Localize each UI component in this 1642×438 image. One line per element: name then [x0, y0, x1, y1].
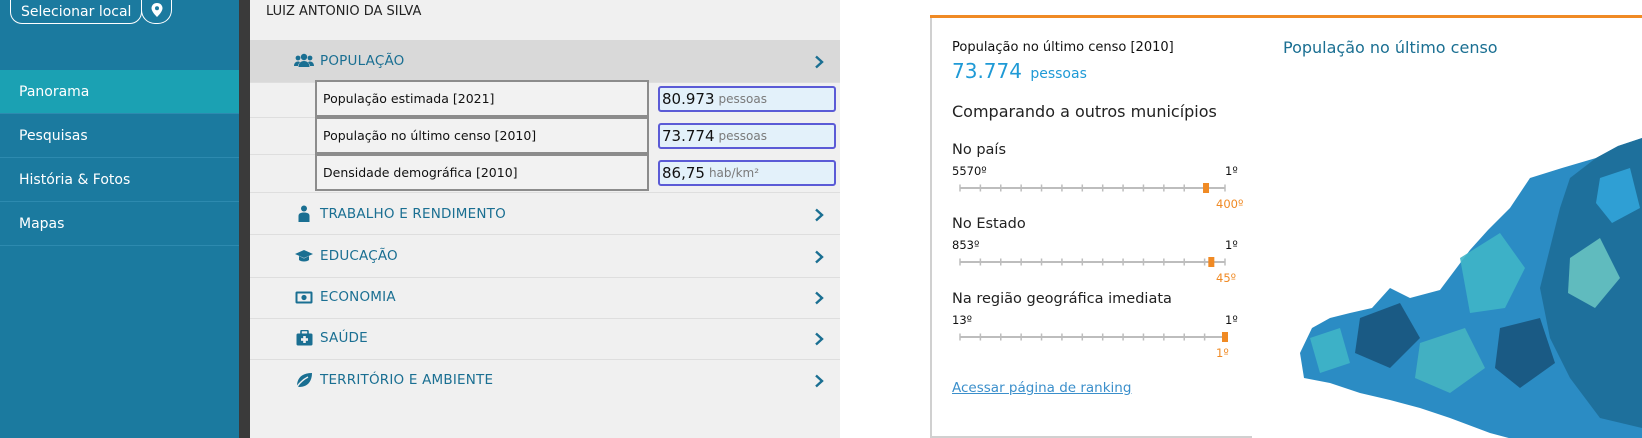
indicator-value-box[interactable]: 80.973 pessoas [658, 86, 836, 112]
person-name: LUIZ ANTONIO DA SILVA [266, 4, 422, 19]
graduation-cap-icon [294, 246, 314, 266]
section-label: EDUCAÇÃO [320, 248, 398, 264]
page: Selecionar local Panorama Pesquisas Hist… [0, 0, 1642, 438]
location-pin-button[interactable] [141, 0, 172, 24]
section-economia[interactable]: ECONOMIA [250, 276, 840, 319]
big-value-unit: pessoas [1030, 66, 1087, 82]
row-divider [250, 154, 315, 155]
sidebar-item-label: Mapas [19, 215, 65, 232]
choropleth-map[interactable] [1300, 138, 1642, 438]
sidebar-item-panorama[interactable]: Panorama [0, 70, 239, 114]
ranking-position: 1º [1216, 346, 1229, 360]
chevron-right-icon [812, 290, 826, 305]
ranking-marker [1208, 257, 1215, 267]
ranking-min: 13º [952, 313, 973, 327]
ranking-country: No país 5570º 1º 400º [952, 142, 1243, 211]
ranking-max: 1º [1225, 238, 1238, 252]
section-territorio-ambiente[interactable]: TERRITÓRIO E AMBIENTE [250, 358, 840, 401]
ranking-track [959, 332, 1228, 342]
leaf-icon [294, 370, 314, 390]
ranking-page-link[interactable]: Acessar página de ranking [952, 380, 1131, 396]
ranking-title: Na região geográfica imediata [952, 291, 1172, 307]
chevron-right-icon [812, 54, 826, 69]
ranking-column: População no último censo [2010] 73.774 … [930, 18, 1252, 438]
section-label: POPULAÇÃO [320, 53, 405, 69]
panel-gap [840, 0, 930, 438]
ranking-track [959, 257, 1226, 267]
select-location-label: Selecionar local [21, 3, 132, 20]
indicators-panel: LUIZ ANTONIO DA SILVA POPULAÇÃO Populaçã… [250, 0, 840, 438]
worker-icon [294, 204, 314, 224]
ranking-max: 1º [1225, 313, 1238, 327]
sidebar-item-label: História & Fotos [19, 171, 131, 188]
indicator-value: 73.774 [662, 127, 715, 145]
indicator-unit: hab/km² [708, 166, 760, 180]
indicator-row: População no último censo [2010] 73.774 … [315, 117, 905, 156]
chevron-right-icon [812, 373, 826, 387]
indicator-unit: pessoas [718, 129, 767, 143]
indicator-label: Densidade demográfica [2010] [315, 154, 649, 191]
indicator-value: 80.973 [662, 90, 715, 108]
ranking-min: 5570º [952, 164, 987, 178]
panel-divider [239, 0, 250, 438]
ranking-state: No Estado 853º 1º 45º [952, 216, 1242, 285]
sidebar-item-mapas[interactable]: Mapas [0, 202, 239, 246]
section-label: TRABALHO E RENDIMENTO [320, 205, 506, 222]
ranking-marker [1222, 332, 1228, 342]
ranking-min: 853º [952, 238, 980, 252]
section-populacao[interactable]: POPULAÇÃO [250, 40, 840, 83]
compare-title: Comparando a outros municípios [952, 102, 1217, 121]
indicator-value-box[interactable]: 73.774 pessoas [658, 123, 836, 149]
ranking-position: 400º [1216, 197, 1244, 211]
ranking-title: No país [952, 142, 1006, 158]
chevron-right-icon [812, 249, 826, 264]
chevron-right-icon [812, 207, 826, 221]
sidebar: Selecionar local Panorama Pesquisas Hist… [0, 0, 239, 438]
sidebar-item-label: Panorama [19, 83, 90, 100]
indicator-label: População no último censo [2010] [315, 117, 649, 154]
section-label: TERRITÓRIO E AMBIENTE [320, 371, 494, 388]
indicator-detail-card: População no último censo [2010] 73.774 … [930, 15, 1642, 438]
chevron-right-icon [812, 331, 826, 346]
people-icon [294, 51, 314, 71]
indicator-unit: pessoas [718, 92, 767, 106]
row-divider [250, 117, 315, 118]
section-educacao[interactable]: EDUCAÇÃO [250, 235, 840, 278]
indicator-row: Densidade demográfica [2010] 86,75 hab/k… [315, 154, 905, 193]
section-label: SAÚDE [320, 330, 368, 346]
ranking-max: 1º [1225, 164, 1238, 178]
indicator-caption: População no último censo [2010] [952, 40, 1174, 55]
ranking-position: 45º [1216, 271, 1237, 285]
sidebar-item-historia-fotos[interactable]: História & Fotos [0, 158, 239, 202]
indicator-value-box[interactable]: 86,75 hab/km² [658, 160, 836, 186]
ranking-marker [1203, 183, 1210, 193]
section-trabalho-rendimento[interactable]: TRABALHO E RENDIMENTO [250, 192, 840, 235]
section-saude[interactable]: SAÚDE [250, 317, 840, 360]
ranking-region: Na região geográfica imediata 13º 1º 1º [952, 291, 1242, 360]
ranking-title: No Estado [952, 216, 1026, 232]
indicator-label: População estimada [2021] [315, 80, 649, 117]
indicator-big-value: 73.774 pessoas [952, 59, 1087, 83]
medkit-icon [294, 328, 314, 348]
indicator-row: População estimada [2021] 80.973 pessoas [315, 80, 905, 119]
indicator-value: 86,75 [662, 164, 705, 182]
map-title: População no último censo [1283, 38, 1498, 57]
select-location-button[interactable]: Selecionar local [10, 0, 143, 24]
sidebar-nav: Panorama Pesquisas História & Fotos Mapa… [0, 70, 239, 246]
map-pin-icon [151, 2, 163, 21]
sidebar-item-pesquisas[interactable]: Pesquisas [0, 114, 239, 158]
sidebar-item-label: Pesquisas [19, 127, 88, 144]
section-label: ECONOMIA [320, 289, 396, 305]
money-icon [294, 287, 314, 307]
ranking-track [959, 183, 1226, 193]
big-value-number: 73.774 [952, 59, 1022, 83]
